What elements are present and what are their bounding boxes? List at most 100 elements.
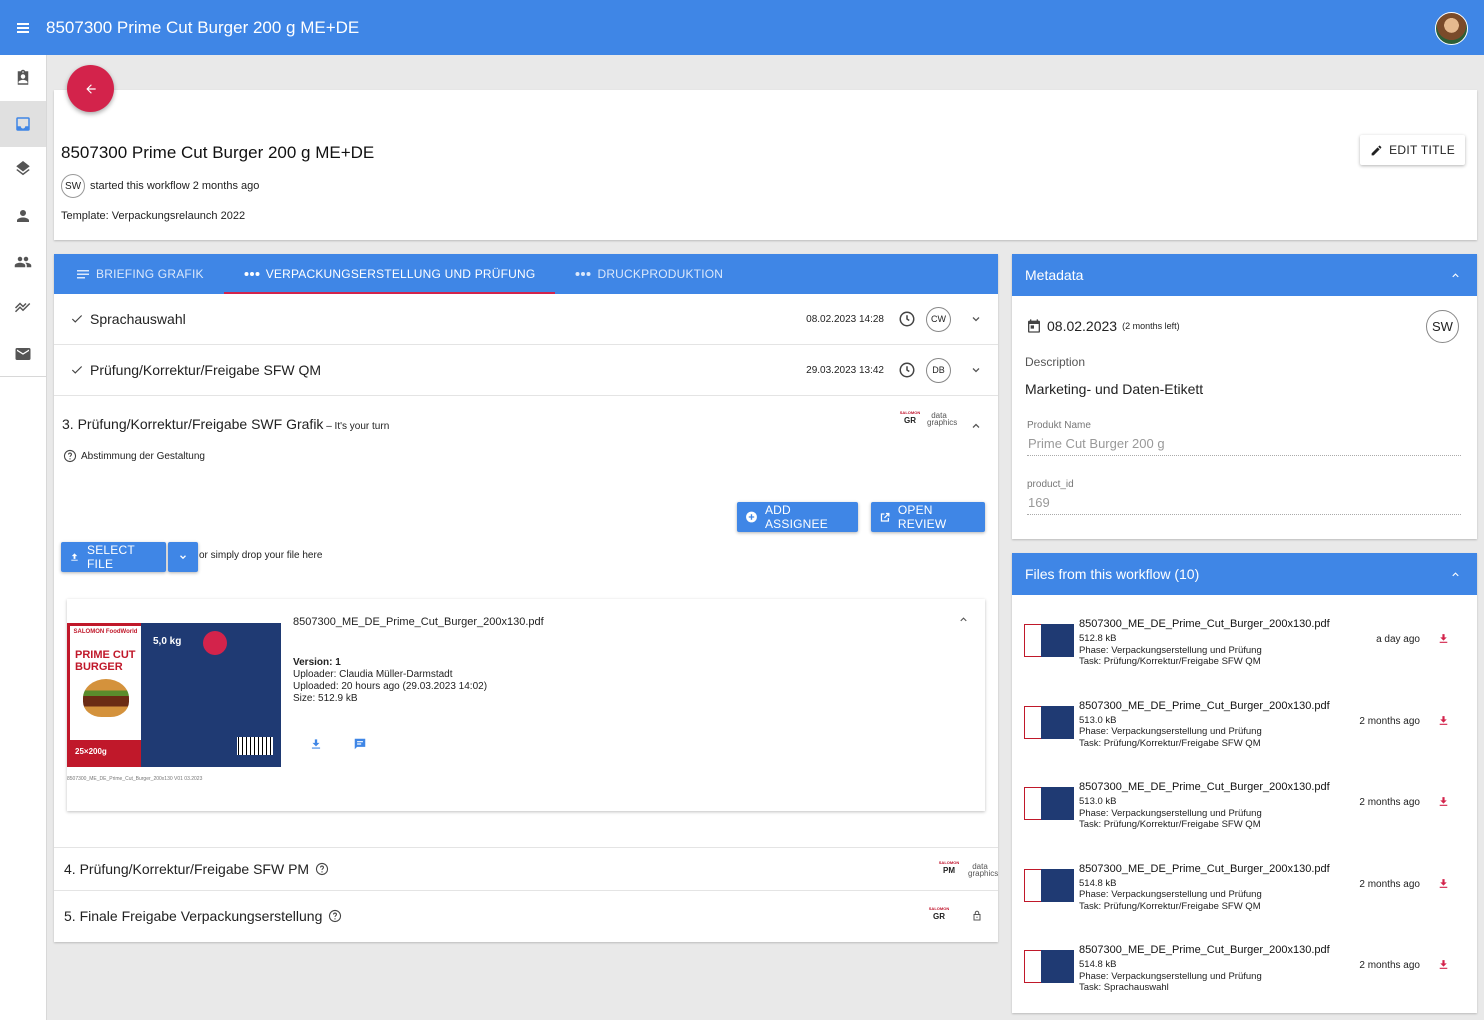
step-name: 3. Prüfung/Korrektur/Freigabe SWF Grafik: [62, 416, 324, 432]
nav-people[interactable]: [0, 239, 46, 285]
description-label: Description: [1025, 355, 1086, 369]
step-row-pruefung-pm[interactable]: 4. Prüfung/Korrektur/Freigabe SFW PM SAL…: [54, 848, 998, 891]
menu-icon[interactable]: [0, 26, 46, 29]
chevron-up-icon[interactable]: [970, 420, 982, 432]
nav-tasks[interactable]: [0, 55, 46, 101]
edit-title-button[interactable]: EDIT TITLE: [1360, 135, 1465, 165]
step-name: Sprachauswahl: [90, 311, 186, 327]
download-icon[interactable]: [309, 737, 323, 751]
file-meta: 514.8 kB Phase: Verpackungserstellung und…: [1079, 959, 1262, 994]
back-button[interactable]: [67, 65, 114, 112]
due-date: 08.02.2023 (2 months left): [1026, 318, 1180, 334]
file-list-item[interactable]: 8507300_ME_DE_Prime_Cut_Burger_200x130.p…: [1012, 850, 1477, 932]
tab-verpackungserstellung[interactable]: VERPACKUNGSERSTELLUNG UND PRÜFUNG: [223, 254, 556, 294]
people-icon: [14, 256, 32, 268]
field-value: Prime Cut Burger 200 g: [1028, 436, 1165, 451]
nav-mail[interactable]: [0, 331, 46, 377]
field-produkt-name[interactable]: Produkt Name Prime Cut Burger 200 g: [1027, 420, 1461, 456]
files-title: Files from this workflow (10): [1025, 566, 1200, 582]
nav-person[interactable]: [0, 193, 46, 239]
person-icon: [17, 210, 29, 222]
assignee-logo-pm: SALOMON FoodWorld PM: [938, 860, 960, 875]
mail-icon: [15, 347, 31, 360]
page-title: 8507300 Prime Cut Burger 200 g ME+DE: [61, 143, 375, 162]
download-icon[interactable]: [1437, 714, 1450, 727]
clock-icon: [899, 311, 915, 327]
help-icon[interactable]: [315, 862, 329, 876]
file-version: Version: 1: [293, 657, 341, 668]
download-icon[interactable]: [1437, 632, 1450, 645]
file-thumbnail: [1024, 787, 1074, 820]
metadata-title: Metadata: [1025, 267, 1084, 283]
comment-icon[interactable]: [353, 737, 367, 751]
file-size: 514.8 kB: [1079, 959, 1117, 970]
file-list-item[interactable]: 8507300_ME_DE_Prime_Cut_Burger_200x130.p…: [1012, 605, 1477, 687]
metadata-header[interactable]: Metadata: [1012, 254, 1477, 296]
field-label: Produkt Name: [1027, 420, 1091, 431]
chevron-up-icon[interactable]: [1450, 569, 1461, 580]
step-row-finale-freigabe[interactable]: 5. Finale Freigabe Verpackungserstellung…: [54, 891, 998, 941]
help-icon[interactable]: [328, 909, 342, 923]
file-meta: 513.0 kB Phase: Verpackungserstellung und…: [1079, 796, 1262, 831]
step-row-sprachauswahl[interactable]: Sprachauswahl 08.02.2023 14:28 CW: [54, 294, 998, 345]
file-list-item[interactable]: 8507300_ME_DE_Prime_Cut_Burger_200x130.p…: [1012, 768, 1477, 850]
clipboard-icon: [17, 69, 29, 85]
thumb-subtitle: BURGER: [75, 661, 123, 673]
phase-tabs: BRIEFING GRAFIK VERPACKUNGSERSTELLUNG UN…: [54, 254, 998, 294]
files-header[interactable]: Files from this workflow (10): [1012, 553, 1477, 595]
due-date-value: 08.02.2023: [1047, 318, 1118, 334]
lock-icon: [973, 910, 981, 921]
file-size: 514.8 kB: [1079, 877, 1117, 889]
assignee-badge: DB: [926, 357, 951, 383]
select-file-button[interactable]: SELECT FILE: [61, 542, 166, 572]
chevron-up-icon[interactable]: [1450, 270, 1461, 281]
nav-layers[interactable]: [0, 147, 46, 193]
file-thumbnail[interactable]: SALOMON FoodWorld PRIME CUT BURGER 25×20…: [67, 623, 281, 767]
tab-briefing-grafik[interactable]: BRIEFING GRAFIK: [54, 254, 224, 294]
hint-text: Abstimmung der Gestaltung: [81, 450, 205, 462]
assignee-logo-data: data graphics: [927, 411, 958, 427]
user-avatar[interactable]: [1435, 12, 1468, 45]
tab-label: BRIEFING GRAFIK: [96, 267, 204, 281]
file-task: Task: Prüfung/Korrektur/Freigabe SFW QM: [1079, 656, 1261, 667]
check-icon: [71, 366, 83, 374]
file-thumbnail: [1024, 624, 1074, 657]
file-phase: Phase: Verpackungserstellung und Prüfung: [1079, 807, 1262, 819]
open-review-label: OPEN REVIEW: [897, 503, 947, 531]
drop-zone-text: or simply drop your file here: [199, 550, 323, 561]
logo-code: PM: [943, 866, 955, 875]
tab-druckproduktion[interactable]: DRUCKPRODUKTION: [555, 254, 743, 294]
nav-inbox[interactable]: [0, 101, 46, 147]
chevron-up-icon[interactable]: [958, 614, 969, 625]
file-list-item[interactable]: 8507300_ME_DE_Prime_Cut_Burger_200x130.p…: [1012, 687, 1477, 769]
field-product-id[interactable]: product_id 169: [1027, 479, 1461, 515]
file-list-item[interactable]: 8507300_ME_DE_Prime_Cut_Burger_200x130.p…: [1012, 931, 1477, 1013]
edit-title-label: EDIT TITLE: [1389, 143, 1455, 157]
file-task: Task: Prüfung/Korrektur/Freigabe SFW QM: [1079, 900, 1261, 912]
add-assignee-button[interactable]: ADD ASSIGNEE: [737, 502, 858, 532]
file-phase: Phase: Verpackungserstellung und Prüfung: [1079, 970, 1262, 982]
download-icon[interactable]: [1437, 877, 1450, 890]
chevron-down-icon[interactable]: [970, 313, 982, 325]
download-icon[interactable]: [1437, 958, 1450, 971]
started-text: started this workflow 2 months ago: [90, 180, 260, 192]
steps-icon: [244, 272, 260, 276]
nav-trends[interactable]: [0, 285, 46, 331]
open-review-button[interactable]: OPEN REVIEW: [871, 502, 985, 532]
file-actions: [309, 737, 367, 751]
thumb-front: SALOMON FoodWorld PRIME CUT BURGER 25×20…: [67, 623, 141, 767]
download-icon[interactable]: [1437, 795, 1450, 808]
file-uploader: Uploader: Claudia Müller-Darmstadt: [293, 669, 453, 680]
assignee-logo-gr: SALOMON FoodWorld GR: [899, 410, 921, 425]
thumb-count: 25×200g: [70, 740, 141, 764]
file-name[interactable]: 8507300_ME_DE_Prime_Cut_Burger_200x130.p…: [293, 616, 544, 628]
select-file-menu-button[interactable]: [168, 542, 198, 572]
chevron-down-icon[interactable]: [970, 364, 982, 376]
calendar-icon: [1028, 319, 1040, 333]
step-row-pruefung-qm[interactable]: Prüfung/Korrektur/Freigabe SFW QM 29.03.…: [54, 345, 998, 396]
file-task: Task: Sprachauswahl: [1079, 982, 1169, 993]
assignee-logo-gr: SALOMON FoodWorld GR: [928, 906, 950, 921]
file-name: 8507300_ME_DE_Prime_Cut_Burger_200x130.p…: [1079, 618, 1330, 630]
upload-icon: [71, 553, 78, 561]
select-file-label: SELECT FILE: [87, 543, 135, 571]
